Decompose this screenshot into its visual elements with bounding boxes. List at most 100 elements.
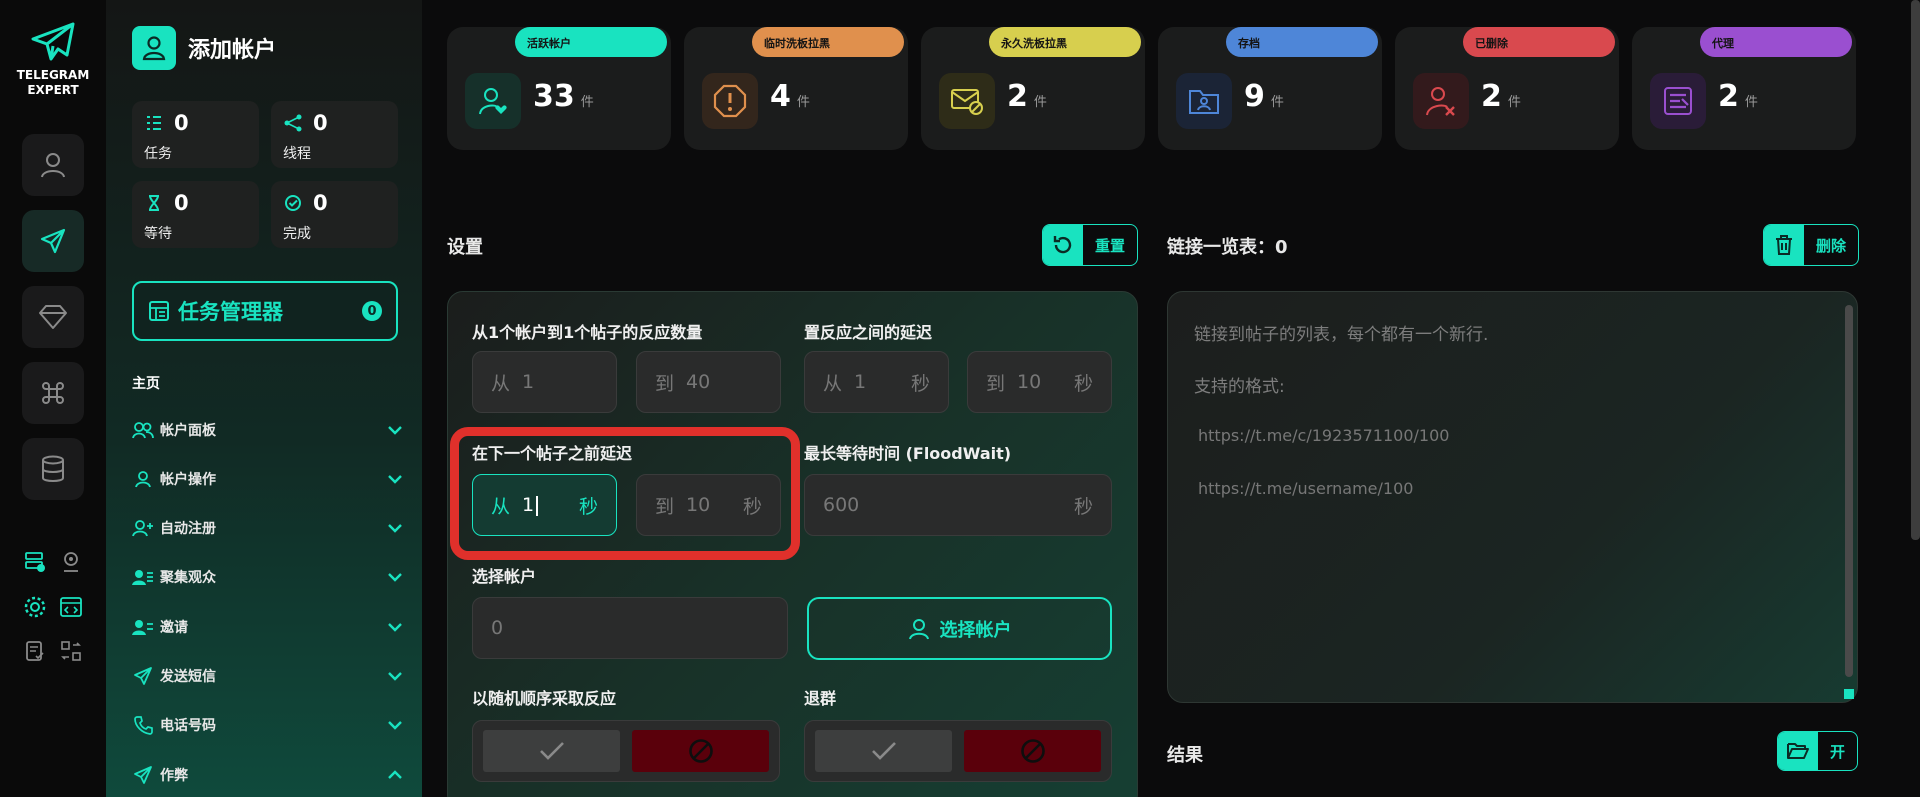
select-accounts-button-label: 选择帐户 (939, 619, 1012, 641)
selected-accounts-input[interactable]: 0 (472, 597, 788, 659)
links-textarea[interactable]: 链接到帖子的列表，每个都有一个新行. 支持的格式: https://t.me/c… (1167, 291, 1858, 703)
section-label-home: 主页 (132, 376, 160, 392)
reaction-delay-from-input[interactable]: 从1 秒 (804, 351, 949, 413)
rail-accounts-button[interactable] (22, 134, 84, 196)
phone-icon (132, 714, 154, 736)
block-icon (688, 739, 713, 763)
chevron-down-icon (388, 573, 402, 582)
account-tag: 永久洗板拉黑 (989, 27, 1141, 57)
server-check-icon[interactable] (22, 549, 48, 575)
count-unit: 件 (796, 95, 810, 110)
random-order-label: 以随机顺序采取反应 (472, 689, 617, 708)
menu-item-gather-audience[interactable]: 聚集观众 (132, 562, 404, 592)
account-count: 33 件 (533, 79, 594, 114)
input-value: 600 (823, 494, 860, 516)
menu-item-auto-register[interactable]: 自动注册 (132, 513, 404, 543)
rail-premium-button[interactable] (22, 286, 84, 348)
resize-handle-icon[interactable] (1844, 689, 1854, 699)
share-icon (284, 114, 302, 132)
add-account-button[interactable] (132, 26, 176, 70)
send-icon (132, 764, 154, 786)
highlight-annotation (450, 427, 800, 560)
menu-item-cheat[interactable]: 作弊 (132, 760, 404, 790)
menu-item-account-panel[interactable]: 帐户面板 (132, 415, 404, 445)
random-order-on-button[interactable] (483, 730, 620, 772)
account-card-proxy[interactable]: 代理 2件 (1632, 27, 1856, 150)
stat-label: 等待 (144, 226, 172, 242)
telegram-logo-icon (31, 22, 75, 61)
count-unit: 件 (580, 95, 594, 110)
account-card-archive[interactable]: 存档 9件 (1158, 27, 1382, 150)
reactions-from-input[interactable]: 从1 (472, 351, 617, 413)
floodwait-label: 最长等待时间 (FloodWait) (804, 444, 1012, 463)
count-value: 2 (1007, 79, 1028, 114)
chevron-down-icon (388, 721, 402, 730)
delete-links-button[interactable]: 删除 (1763, 224, 1860, 266)
open-results-button[interactable]: 开 (1777, 731, 1859, 771)
chevron-down-icon (388, 475, 402, 484)
menu-label: 电话号码 (160, 718, 216, 734)
open-label: 开 (1830, 742, 1846, 761)
reaction-delay-to-input[interactable]: 到 10 秒 (967, 351, 1112, 413)
refresh-icon (1043, 225, 1083, 265)
stat-tasks: 0 任务 (132, 101, 259, 168)
task-manager-button[interactable]: 任务管理器 0 (132, 281, 398, 341)
gear-icon[interactable] (22, 594, 48, 620)
webcam-user-icon[interactable] (58, 549, 84, 575)
floodwait-input[interactable]: 600 秒 (804, 474, 1112, 536)
links-example-2: https://t.me/username/100 (1198, 479, 1414, 498)
links-scrollbar[interactable] (1845, 305, 1853, 677)
rail-send-button[interactable] (22, 210, 84, 272)
account-card-active[interactable]: 活跃帐户 33 件 (447, 27, 671, 150)
stat-value: 0 (313, 111, 328, 135)
stat-waiting: 0 等待 (132, 181, 259, 248)
menu-item-phone-numbers[interactable]: 电话号码 (132, 710, 404, 740)
sidebar: 添加帐户 0 任务 0 线程 0 等待 0 完成 任务管理器 0 主页 帐户面板… (106, 0, 422, 797)
account-tag: 已删除 (1463, 27, 1615, 57)
account-card-temp-banned[interactable]: 临时洗板拉黑 4件 (684, 27, 908, 150)
menu-item-send-sms[interactable]: 发送短信 (132, 661, 404, 691)
count-value: 2 (1718, 79, 1739, 114)
account-tag: 代理 (1700, 27, 1852, 57)
rail-database-button[interactable] (22, 438, 84, 500)
send-icon (40, 228, 66, 254)
account-count: 2件 (1718, 79, 1758, 114)
leave-group-on-button[interactable] (815, 730, 952, 772)
reset-button[interactable]: 重置 (1042, 224, 1139, 266)
reactions-to-input[interactable]: 到 40 (636, 351, 781, 413)
stat-value: 0 (174, 111, 189, 135)
input-value: 0 (491, 617, 504, 639)
delete-label: 删除 (1816, 236, 1847, 255)
hourglass-icon (149, 195, 159, 211)
random-order-toggle (472, 720, 780, 782)
menu-item-account-actions[interactable]: 帐户操作 (132, 464, 404, 494)
random-order-off-button[interactable] (632, 730, 769, 772)
page-scrollbar[interactable] (1911, 0, 1920, 540)
account-count: 4件 (770, 79, 810, 114)
chevron-down-icon (388, 672, 402, 681)
stat-label: 任务 (144, 146, 172, 162)
logo-line2: EXPERT (27, 83, 79, 97)
menu-item-invite[interactable]: 邀请 (132, 612, 404, 642)
chevron-up-icon (388, 770, 402, 779)
leave-group-off-button[interactable] (964, 730, 1101, 772)
chevron-down-icon (388, 426, 402, 435)
account-card-deleted[interactable]: 已删除 2件 (1395, 27, 1619, 150)
mail-blocked-icon (939, 73, 995, 129)
list-icon (147, 116, 161, 130)
select-accounts-button[interactable]: 选择帐户 (807, 597, 1112, 660)
leave-group-toggle (804, 720, 1112, 782)
transfer-icon[interactable] (58, 638, 84, 664)
user-icon (132, 468, 154, 490)
links-list-title: 链接一览表：0 (1167, 237, 1288, 258)
document-check-icon[interactable] (22, 638, 48, 664)
logo-line1: TELEGRAM (16, 68, 90, 82)
code-window-icon[interactable] (58, 594, 84, 620)
diamond-icon (39, 305, 67, 329)
app-logo[interactable]: TELEGRAM EXPERT (0, 22, 106, 98)
input-suffix: 秒 (1073, 372, 1093, 395)
folder-user-icon (1176, 73, 1232, 129)
account-card-perm-banned[interactable]: 永久洗板拉黑 2件 (921, 27, 1145, 150)
count-unit: 件 (1507, 95, 1521, 110)
rail-commands-button[interactable] (22, 362, 84, 424)
